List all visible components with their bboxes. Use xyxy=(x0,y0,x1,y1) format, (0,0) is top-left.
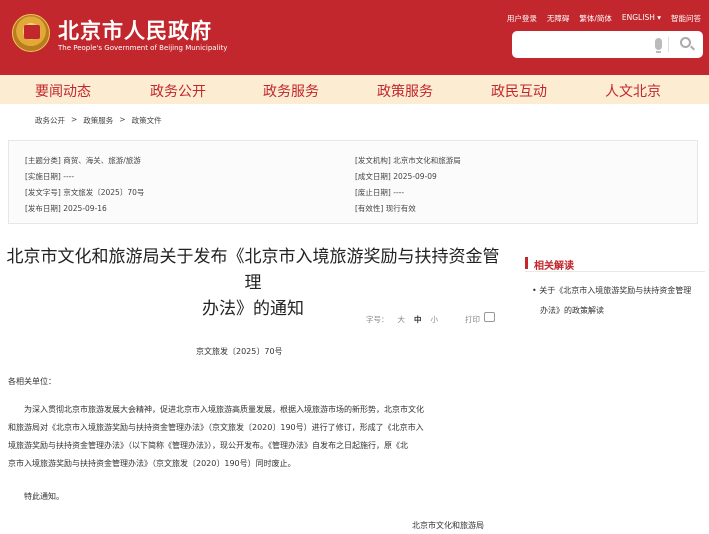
article-title: 北京市文化和旅游局关于发布《北京市入境旅游奖励与扶持资金管理 办法》的通知 xyxy=(6,244,500,322)
font-large-button[interactable]: 大 xyxy=(398,314,406,325)
site-subtitle: The People's Government of Beijing Munic… xyxy=(58,44,228,52)
site-title[interactable]: 北京市人民政府 xyxy=(58,15,212,45)
english-dropdown[interactable]: ENGLISH ▾ xyxy=(622,13,661,24)
main-nav: 要闻动态 政务公开 政务服务 政策服务 政民互动 人文北京 xyxy=(0,75,709,104)
search-divider xyxy=(668,37,669,52)
body-line: 京市入境旅游奖励与扶持资金管理办法》（京文旅发〔2020〕190号）同时废止。 xyxy=(8,459,296,468)
search-icon[interactable] xyxy=(680,37,691,48)
meta-doc-number: [发文字号] 京文旅发〔2025〕70号 xyxy=(25,188,145,197)
sidebar-accent xyxy=(525,257,528,269)
national-emblem-icon xyxy=(12,14,50,52)
sidebar-divider xyxy=(525,271,705,272)
salutation: 各相关单位： xyxy=(8,377,56,386)
meta-created-date: [成文日期] 2025-09-09 xyxy=(355,172,437,181)
article-title-line: 北京市文化和旅游局关于发布《北京市入境旅游奖励与扶持资金管理 xyxy=(6,247,500,293)
font-size-label: 字号： xyxy=(366,315,389,324)
meta-validity: [有效性] 现行有效 xyxy=(355,204,416,213)
related-link-line[interactable]: 办法》的政策解读 xyxy=(532,301,702,321)
body-line: 境旅游奖励与扶持资金管理办法》（以下简称《管理办法》），现公开发布。《管理办法》… xyxy=(8,441,408,450)
related-title: 相关解读 xyxy=(534,261,574,272)
top-links: 用户登录 无障碍 繁体/简体 ENGLISH ▾ 智能问答 xyxy=(507,13,701,24)
related-link-line[interactable]: • 关于《北京市入境旅游奖励与扶持资金管理 xyxy=(532,281,702,301)
breadcrumb-policy-services[interactable]: 政策服务 xyxy=(83,115,113,126)
search-input[interactable] xyxy=(518,35,656,54)
meta-publish-date: [发布日期] 2025-09-16 xyxy=(25,204,107,213)
accessibility-link[interactable]: 无障碍 xyxy=(547,13,570,24)
nav-policy-services[interactable]: 政策服务 xyxy=(377,81,433,101)
meta-expire-date: [废止日期] ---- xyxy=(355,188,405,197)
microphone-icon[interactable] xyxy=(655,38,662,53)
search-box xyxy=(512,31,703,58)
breadcrumb-separator: > xyxy=(71,115,78,124)
nav-news[interactable]: 要闻动态 xyxy=(35,81,91,101)
document-number: 京文旅发〔2025〕70号 xyxy=(196,347,283,356)
breadcrumb: 政务公开 > 政策服务 > 政策文件 xyxy=(35,115,162,126)
login-link[interactable]: 用户登录 xyxy=(507,13,537,24)
meta-subject: [主题分类] 商贸、海关、旅游/旅游 xyxy=(25,156,141,165)
print-button[interactable]: 打印 xyxy=(465,314,480,325)
related-link[interactable]: • 关于《北京市入境旅游奖励与扶持资金管理 办法》的政策解读 xyxy=(532,281,702,321)
nav-culture-beijing[interactable]: 人文北京 xyxy=(605,81,661,101)
breadcrumb-government-affairs[interactable]: 政务公开 xyxy=(35,115,65,126)
printer-icon[interactable] xyxy=(484,312,495,322)
nav-government-services[interactable]: 政务服务 xyxy=(263,81,319,101)
document-metadata: [主题分类] 商贸、海关、旅游/旅游 [发文机构] 北京市文化和旅游局 [实施日… xyxy=(8,140,698,224)
closing: 特此通知。 xyxy=(24,492,64,501)
traditional-simplified-link[interactable]: 繁体/简体 xyxy=(579,13,612,24)
nav-public-interaction[interactable]: 政民互动 xyxy=(491,81,547,101)
breadcrumb-separator: > xyxy=(119,115,126,124)
site-header: 北京市人民政府 The People's Government of Beiji… xyxy=(0,0,709,75)
nav-government-affairs[interactable]: 政务公开 xyxy=(150,81,206,101)
font-medium-button[interactable]: 中 xyxy=(414,314,422,325)
breadcrumb-policy-documents[interactable]: 政策文件 xyxy=(132,115,162,126)
smart-qa-link[interactable]: 智能问答 xyxy=(671,13,701,24)
body-line: 为深入贯彻北京市旅游发展大会精神，促进北京市入境旅游高质量发展，根据入境旅游市场… xyxy=(24,405,424,414)
signature: 北京市文化和旅游局 xyxy=(412,521,484,530)
body-line: 和旅游局对《北京市入境旅游奖励与扶持资金管理办法》（京文旅发〔2020〕190号… xyxy=(8,423,424,432)
meta-issuer: [发文机构] 北京市文化和旅游局 xyxy=(355,156,461,165)
meta-implement-date: [实施日期] ---- xyxy=(25,172,75,181)
font-size-control: 字号： 大 中 小 xyxy=(366,314,438,325)
font-small-button[interactable]: 小 xyxy=(431,314,439,325)
